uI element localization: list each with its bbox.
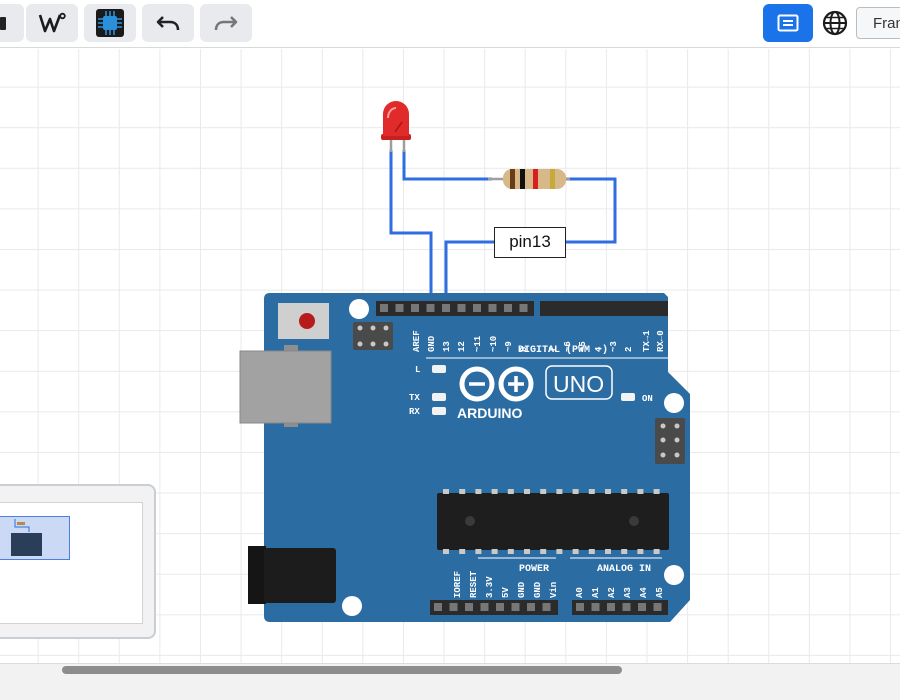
resistor[interactable] <box>488 169 570 189</box>
led-label-tx: TX <box>409 393 420 403</box>
minimap[interactable] <box>0 484 156 639</box>
digital-pin-label: TX→1 <box>642 330 652 352</box>
globe-icon[interactable] <box>822 10 848 36</box>
chip-button[interactable] <box>84 4 136 42</box>
wire-led-resistor[interactable] <box>402 150 492 181</box>
led-label-on: ON <box>642 394 653 404</box>
frame-button[interactable]: Fran <box>856 7 900 39</box>
diagram-canvas[interactable]: AREF GND 13 12 ~11 ~10 ~9 8 7 ~6 ~5 4 ~3 2 TX→1 RX←0 DI… <box>0 49 900 663</box>
board-brand: ARDUINO <box>457 405 522 421</box>
digital-pin-label: ~10 <box>489 336 499 352</box>
undo-button[interactable] <box>142 4 194 42</box>
redo-icon <box>214 16 238 31</box>
digital-pin-label: 2 <box>624 347 634 352</box>
digital-pin-label: ~3 <box>609 341 619 352</box>
bottom-bar <box>0 663 900 700</box>
power-pin-label: 3.3V <box>485 576 495 598</box>
wokwi-icon <box>38 12 66 33</box>
led[interactable] <box>381 101 411 152</box>
analog-pin-label: A1 <box>591 587 601 598</box>
wire-gnd[interactable] <box>389 150 433 308</box>
power-pin-label: RESET <box>469 570 479 598</box>
power-pin-label: Vin <box>549 582 559 598</box>
analog-pin-label: A4 <box>639 587 649 598</box>
analog-pin-label: A0 <box>575 587 585 598</box>
led-label-rx: RX <box>409 407 420 417</box>
power-header <box>430 600 558 615</box>
power-pin-label: GND <box>517 581 527 598</box>
digital-pin-label: 12 <box>457 341 467 352</box>
digital-pin-label: 13 <box>442 341 452 352</box>
power-jack <box>264 548 336 603</box>
redo-button[interactable] <box>200 4 252 42</box>
editor-view-button[interactable] <box>763 4 813 42</box>
digital-header-right <box>540 301 668 316</box>
analog-pin-label: A3 <box>623 587 633 598</box>
power-pin-label: 5V <box>501 587 511 598</box>
horizontal-scrollbar[interactable] <box>62 666 622 674</box>
chip-icon <box>96 9 124 37</box>
led-label-l: L <box>415 365 420 375</box>
toolbar: Fran <box>0 0 900 48</box>
digital-pin-label: ~9 <box>504 341 514 352</box>
analog-pin-label: A2 <box>607 587 617 598</box>
board-model: UNO <box>553 371 604 397</box>
wokwi-button[interactable] <box>26 4 78 42</box>
digital-pin-label: AREF <box>412 330 422 352</box>
power-pin-label: IOREF <box>453 571 463 598</box>
digital-header-label: DIGITAL (PWM ~) <box>518 344 608 356</box>
arduino-uno-board[interactable]: AREF GND 13 12 ~11 ~10 ~9 8 7 ~6 ~5 4 ~3 2 TX→1 RX←0 DI… <box>239 293 690 622</box>
save-button[interactable] <box>0 4 24 42</box>
digital-pin-label: GND <box>427 335 437 352</box>
digital-pin-label: ~11 <box>473 335 483 352</box>
digital-pin-label: RX←0 <box>656 330 666 352</box>
save-icon <box>0 17 6 30</box>
analog-pin-label: A5 <box>655 587 665 598</box>
wire-label-pin13[interactable]: pin13 <box>494 227 566 258</box>
analog-header-label: ANALOG IN <box>597 564 651 575</box>
minimap-area <box>0 502 143 624</box>
minimap-board-preview <box>11 519 42 556</box>
power-pin-label: GND <box>533 581 543 598</box>
power-header-label: POWER <box>519 564 549 575</box>
undo-icon <box>156 16 180 31</box>
minimap-viewport[interactable] <box>0 516 70 560</box>
editor-view-icon <box>777 14 799 32</box>
